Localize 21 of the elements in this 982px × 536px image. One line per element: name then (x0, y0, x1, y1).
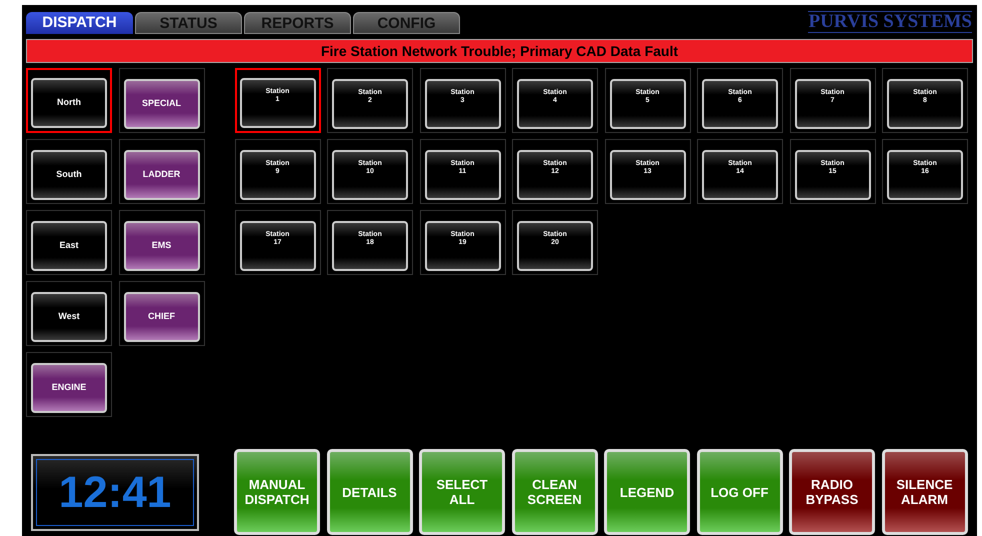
action-button[interactable]: SILENCE ALARM (882, 449, 968, 535)
action-button[interactable]: DETAILS (326, 449, 412, 535)
group-button[interactable]: East (31, 221, 107, 271)
clock-display: 12:41 (31, 454, 199, 531)
action-button[interactable]: MANUAL DISPATCH (234, 449, 320, 535)
action-button[interactable]: LOG OFF (696, 449, 782, 535)
group-button[interactable]: CHIEF (124, 292, 200, 342)
action-button[interactable]: SELECT ALL (419, 449, 505, 535)
action-button[interactable]: CLEAN SCREEN (512, 449, 598, 535)
group-button[interactable]: South (31, 150, 107, 200)
group-button[interactable]: LADDER (124, 150, 200, 200)
group-button[interactable]: West (31, 292, 107, 342)
tab[interactable]: DISPATCH (26, 12, 133, 34)
group-button[interactable]: North (31, 78, 107, 128)
logo: PURVIS SYSTEMS (808, 11, 972, 33)
group-button[interactable]: EMS (124, 221, 200, 271)
group-button[interactable]: SPECIAL (124, 79, 200, 129)
action-button[interactable]: LEGEND (604, 449, 690, 535)
action-button[interactable]: RADIO BYPASS (789, 449, 875, 535)
alert-banner: Fire Station Network Trouble; Primary CAD Data Fault (26, 39, 973, 63)
group-button[interactable]: ENGINE (31, 363, 107, 413)
